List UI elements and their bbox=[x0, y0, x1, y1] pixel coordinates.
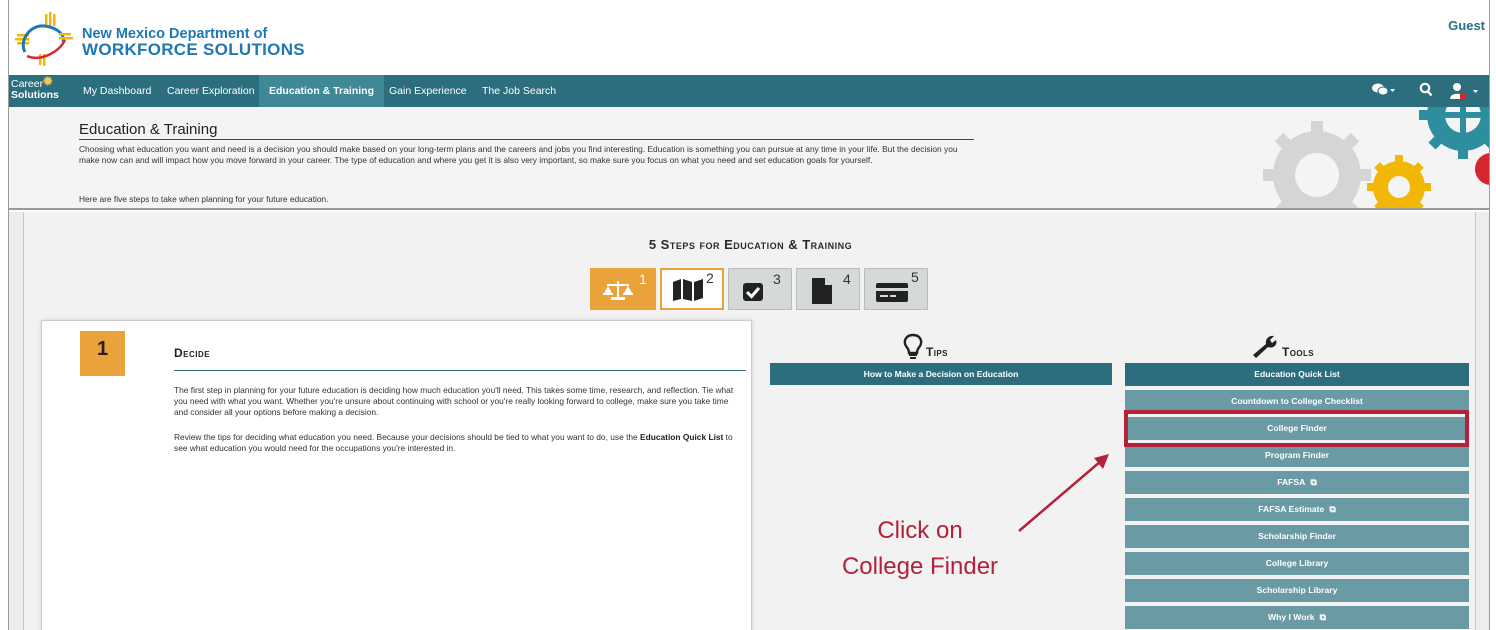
tools-heading-text: Tools bbox=[1282, 345, 1314, 359]
tool-fafsa-estimate[interactable]: FAFSA Estimate ⧉ bbox=[1125, 498, 1469, 521]
user-name[interactable]: Guest bbox=[1448, 18, 1485, 33]
external-link-icon: ⧉ bbox=[1329, 504, 1336, 514]
callout-line2: College Finder bbox=[841, 553, 999, 580]
scales-icon bbox=[603, 281, 633, 300]
main-content: 5 Steps for Education & Training 1 2 3 4… bbox=[9, 212, 1489, 630]
step-1-number: 1 bbox=[639, 271, 647, 287]
tool-program-finder[interactable]: Program Finder bbox=[1125, 444, 1469, 467]
step-title: Decide bbox=[174, 346, 211, 360]
checkbox-icon bbox=[743, 283, 763, 301]
tool-fafsa[interactable]: FAFSA ⧉ bbox=[1125, 471, 1469, 494]
wrench-icon bbox=[1253, 335, 1277, 358]
step-2-number: 2 bbox=[706, 270, 714, 286]
nav-job-search[interactable]: The Job Search bbox=[472, 75, 566, 107]
step-paragraph-1: The first step in planning for your futu… bbox=[174, 385, 734, 417]
college-finder-highlight-box bbox=[1124, 410, 1469, 447]
tool-scholarship-finder[interactable]: Scholarship Finder bbox=[1125, 525, 1469, 548]
tool-education-quick-list[interactable]: Education Quick List bbox=[1125, 363, 1469, 386]
document-icon bbox=[812, 278, 832, 304]
nav-career-exploration[interactable]: Career Exploration bbox=[157, 75, 265, 107]
tool-why-i-work[interactable]: Why I Work ⧉ bbox=[1125, 606, 1469, 629]
step-1-button[interactable]: 1 bbox=[590, 268, 656, 310]
external-link-icon: ⧉ bbox=[1310, 477, 1317, 487]
brand-line2: Solutions bbox=[11, 89, 59, 101]
main-nav: Career ✹ Solutions My Dashboard Career E… bbox=[9, 73, 1489, 107]
tool-fafsa-label: FAFSA bbox=[1277, 477, 1306, 487]
content-panel: 5 Steps for Education & Training 1 2 3 4… bbox=[23, 212, 1476, 630]
tool-why-i-work-label: Why I Work bbox=[1267, 612, 1315, 622]
step-4-button[interactable]: 4 bbox=[796, 268, 860, 310]
map-icon bbox=[673, 279, 703, 301]
lightbulb-icon bbox=[903, 333, 923, 359]
app-frame: New Mexico Department of WORKFORCE SOLUT… bbox=[8, 0, 1490, 630]
step-5-number: 5 bbox=[911, 269, 919, 285]
step-3-button[interactable]: 3 bbox=[728, 268, 792, 310]
intro-section: Education & Training Choosing what educa… bbox=[9, 107, 1489, 210]
chat-icon[interactable] bbox=[1371, 82, 1395, 101]
intro-steps-text: Here are five steps to take when plannin… bbox=[79, 194, 329, 204]
career-solutions-brand[interactable]: Career ✹ Solutions bbox=[9, 73, 67, 104]
tool-scholarship-library[interactable]: Scholarship Library bbox=[1125, 579, 1469, 602]
step-paragraph-2: Review the tips for deciding what educat… bbox=[174, 432, 744, 454]
p2-text-before: Review the tips for deciding what educat… bbox=[174, 432, 641, 442]
step-2-button[interactable]: 2 bbox=[660, 268, 724, 310]
nav-my-dashboard[interactable]: My Dashboard bbox=[73, 75, 161, 107]
page-title: Education & Training bbox=[79, 121, 974, 140]
brand-gear-icon: ✹ bbox=[42, 73, 54, 89]
callout-text: Click on College Finder bbox=[820, 513, 1020, 585]
external-link-icon: ⧉ bbox=[1319, 612, 1327, 622]
site-header: New Mexico Department of WORKFORCE SOLUT… bbox=[9, 0, 1489, 75]
nm-zia-logo-icon[interactable] bbox=[15, 12, 73, 66]
org-name[interactable]: New Mexico Department of WORKFORCE SOLUT… bbox=[82, 26, 305, 58]
gears-decoration-icon bbox=[1263, 107, 1489, 208]
nav-gain-experience[interactable]: Gain Experience bbox=[379, 75, 477, 107]
tip-how-to-decide[interactable]: How to Make a Decision on Education bbox=[770, 363, 1112, 385]
user-menu-icon[interactable] bbox=[1449, 82, 1479, 103]
search-icon[interactable] bbox=[1419, 82, 1433, 101]
step-4-number: 4 bbox=[843, 271, 851, 287]
intro-description: Choosing what education you want and nee… bbox=[79, 144, 958, 166]
credit-card-icon bbox=[876, 283, 908, 302]
tool-fafsa-estimate-label: FAFSA Estimate bbox=[1258, 504, 1325, 514]
tool-college-library[interactable]: College Library bbox=[1125, 552, 1469, 575]
step-detail-card: 1 Decide The first step in planning for … bbox=[41, 320, 752, 630]
step-3-number: 3 bbox=[773, 271, 781, 287]
step-number-badge: 1 bbox=[80, 331, 125, 376]
step-5-button[interactable]: 5 bbox=[864, 268, 928, 310]
callout-line1: Click on bbox=[877, 517, 963, 544]
title-divider bbox=[174, 370, 746, 371]
steps-title: 5 Steps for Education & Training bbox=[648, 237, 853, 252]
tips-heading-text: Tips bbox=[926, 345, 948, 359]
org-name-line2: WORKFORCE SOLUTIONS bbox=[82, 40, 305, 59]
nav-education-training[interactable]: Education & Training bbox=[259, 75, 385, 107]
education-quick-list-link[interactable]: Education Quick List bbox=[640, 432, 723, 442]
